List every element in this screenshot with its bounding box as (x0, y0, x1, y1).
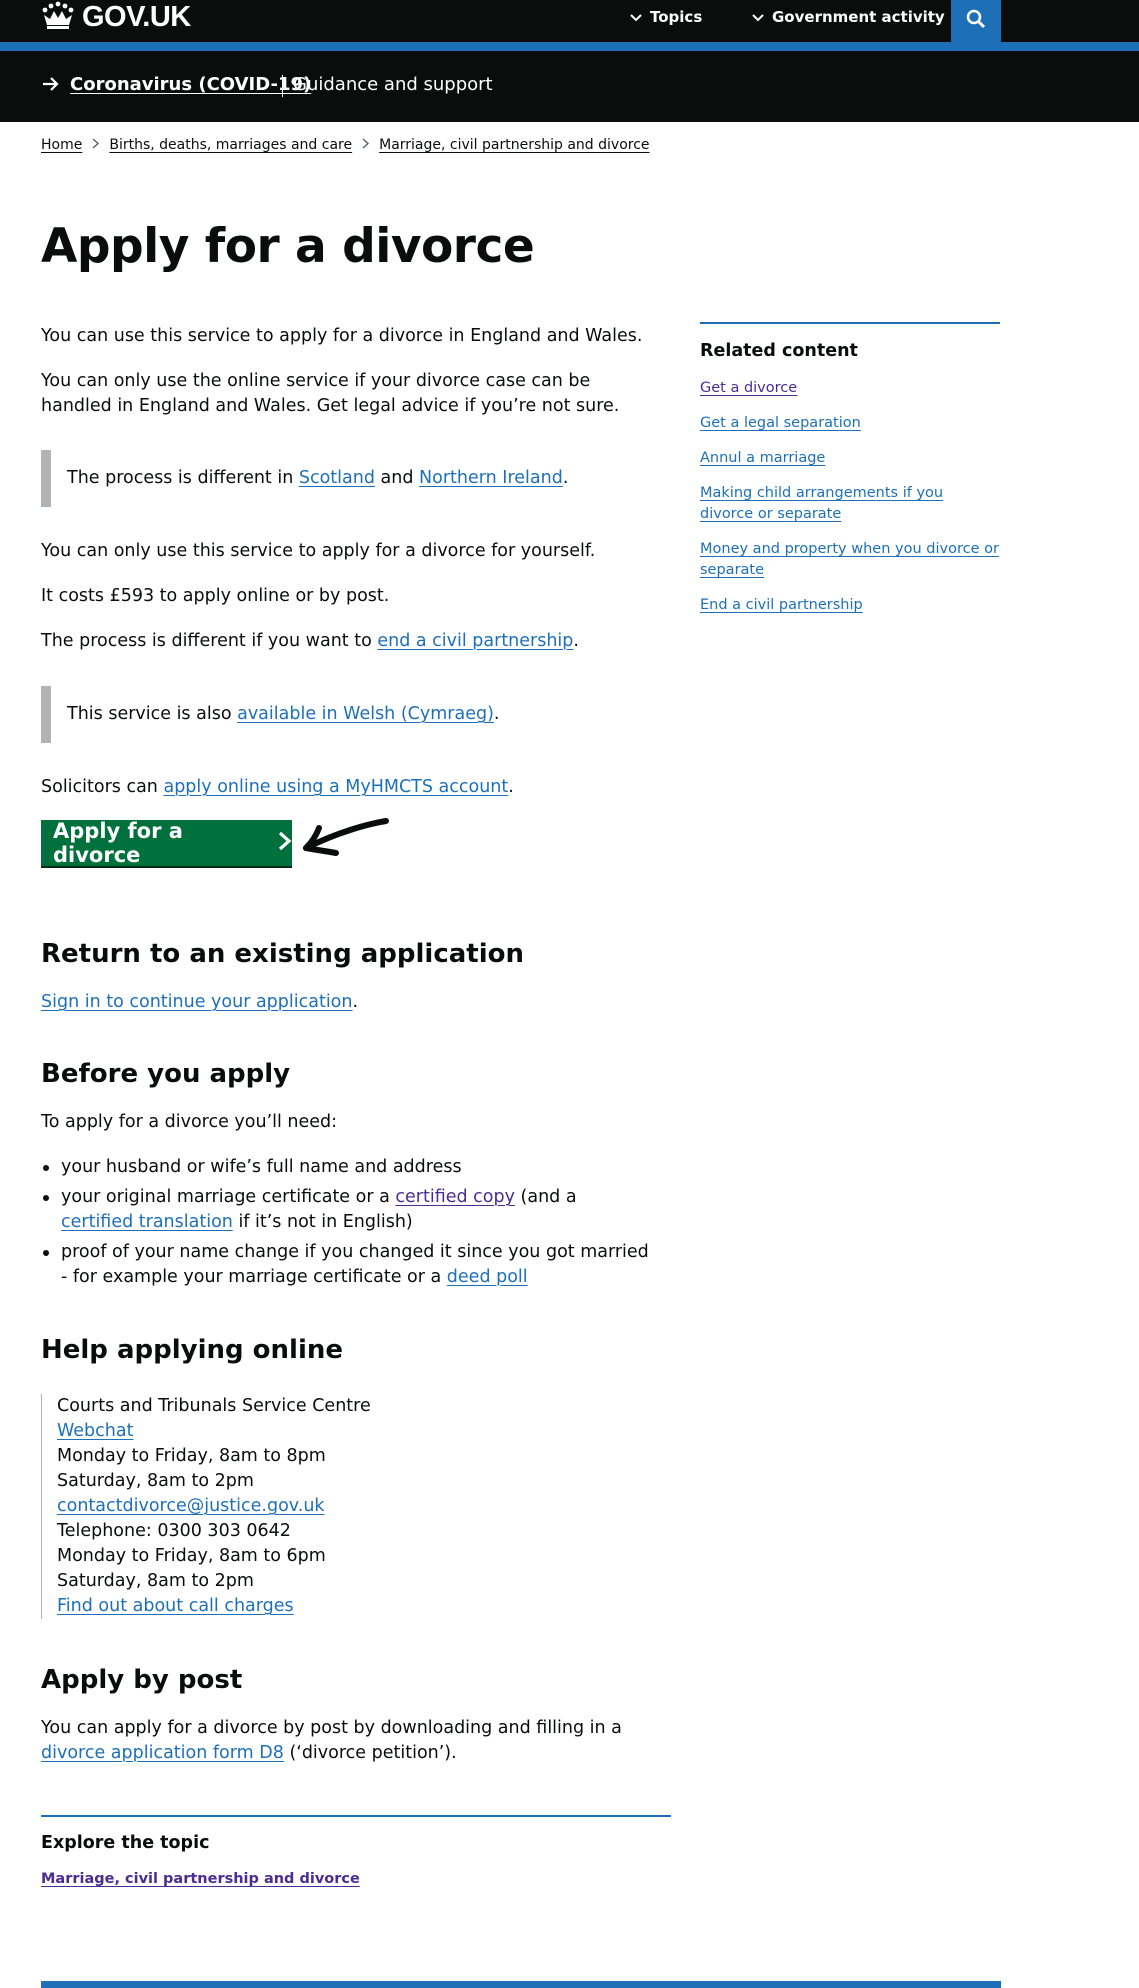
covid-divider (282, 75, 283, 97)
webchat-link[interactable]: Webchat (57, 1421, 133, 1441)
intro-p3: You can only use this service to apply f… (41, 541, 596, 561)
p6-after: . (508, 777, 514, 797)
related-link-end-civil-partnership[interactable]: End a civil partnership (700, 597, 863, 613)
start-button[interactable]: Apply for a divorce (41, 819, 292, 867)
b2-text: your original marriage certificate or a (61, 1187, 396, 1207)
logo-text: GOV.UK (82, 0, 191, 33)
contact-line: Saturday, 8am to 2pm (57, 1571, 254, 1591)
govuk-logo-link[interactable]: GOV.UK (41, 0, 191, 34)
contact-line: Monday to Friday, 8am to 8pm (57, 1446, 326, 1466)
nav-government-activity-label: Government activity (772, 8, 945, 26)
contact-line: Saturday, 8am to 2pm (57, 1471, 254, 1491)
intro-p4: It costs £593 to apply online or by post… (41, 586, 390, 606)
breadcrumb-home[interactable]: Home (41, 137, 82, 153)
inset1-text: The process is different in (67, 468, 299, 488)
chevron-down-icon (630, 8, 642, 26)
certified-copy-link[interactable]: certified copy (395, 1187, 515, 1207)
related-content-title: Related content (700, 341, 858, 361)
breadcrumb: Home Births, deaths, marriages and care … (41, 137, 650, 153)
sign-in-link[interactable]: Sign in to continue your application (41, 992, 352, 1012)
b2-mid: (and a (514, 1187, 577, 1207)
breadcrumb-births[interactable]: Births, deaths, marriages and care (109, 137, 352, 153)
header-blue-bar (0, 42, 1139, 51)
breadcrumb-marriage[interactable]: Marriage, civil partnership and divorce (379, 137, 649, 153)
inset1-mid: and (374, 468, 420, 488)
p5-text: The process is different if you want to (41, 631, 378, 651)
explore-topic-link[interactable]: Marriage, civil partnership and divorce (41, 1871, 360, 1887)
welsh-link[interactable]: available in Welsh (Cymraeg) (237, 704, 494, 724)
requirements-list: your husband or wife’s full name and add… (41, 1155, 651, 1295)
related-link-get-divorce[interactable]: Get a divorce (700, 380, 797, 396)
end-civil-partnership-link[interactable]: end a civil partnership (377, 631, 573, 651)
list-item: your original marriage certificate or a … (41, 1185, 651, 1235)
intro-p1: You can use this service to apply for a … (41, 326, 643, 346)
crown-icon (41, 1, 75, 33)
covid-link[interactable]: Coronavirus (COVID-19) (70, 74, 311, 95)
northern-ireland-link[interactable]: Northern Ireland (419, 468, 563, 488)
return-after: . (352, 992, 359, 1012)
hand-drawn-arrow-icon (298, 812, 390, 866)
inset-text-countries: The process is different in Scotland and… (41, 450, 568, 507)
before-intro: To apply for a divorce you’ll need: (41, 1112, 338, 1132)
intro-p2: You can only use the online service if y… (41, 371, 620, 416)
email-link[interactable]: contactdivorce@justice.gov.uk (57, 1496, 325, 1516)
search-button[interactable] (951, 0, 1001, 42)
post-before: You can apply for a divorce by post by d… (41, 1718, 622, 1738)
contact-line: Telephone: 0300 303 0642 (57, 1521, 291, 1541)
b3-text: proof of your name change if you changed… (61, 1242, 649, 1287)
p5-after: . (573, 631, 579, 651)
covid-text: Guidance and support (293, 74, 493, 95)
covid-banner: Coronavirus (COVID-19) Guidance and supp… (0, 51, 1139, 122)
page-title: Apply for a divorce (41, 219, 535, 274)
site-header: GOV.UK Topics Government activity (0, 0, 1139, 42)
scotland-link[interactable]: Scotland (299, 468, 375, 488)
inset-text-welsh: This service is also available in Welsh … (41, 686, 500, 743)
form-d8-link[interactable]: divorce application form D8 (41, 1743, 284, 1763)
contact-line: Monday to Friday, 8am to 6pm (57, 1546, 326, 1566)
chevron-right-icon (92, 138, 100, 153)
before-heading: Before you apply (41, 1059, 291, 1089)
arrow-right-icon (42, 76, 60, 96)
inset2-after: . (493, 704, 500, 724)
p6-text: Solicitors can (41, 777, 164, 797)
related-link-child-arrangements[interactable]: Making child arrangements if you divorce… (700, 485, 943, 522)
call-charges-link[interactable]: Find out about call charges (57, 1596, 294, 1616)
chevron-down-icon (752, 8, 764, 26)
related-link-money-property[interactable]: Money and property when you divorce or s… (700, 541, 999, 578)
return-text: Sign in to continue your application. (41, 990, 671, 1015)
return-heading: Return to an existing application (41, 939, 524, 969)
deed-poll-link[interactable]: deed poll (447, 1267, 528, 1287)
chevron-right-icon (362, 138, 370, 153)
sidebar-rule (700, 322, 1000, 324)
start-button-label: Apply for a divorce (53, 819, 183, 867)
post-text: You can apply for a divorce by post by d… (41, 1716, 651, 1766)
intro-p6: Solicitors can apply online using a MyHM… (41, 775, 671, 800)
inset1-after: . (562, 468, 569, 488)
b2-after: if it’s not in English) (232, 1212, 413, 1232)
certified-translation-link[interactable]: certified translation (61, 1212, 233, 1232)
chevron-right-icon (278, 831, 292, 856)
search-icon (966, 9, 986, 33)
contact-line: Courts and Tribunals Service Centre (57, 1396, 371, 1416)
related-links-list: Get a divorce Get a legal separation Ann… (700, 378, 1000, 630)
explore-title: Explore the topic (41, 1833, 210, 1853)
nav-topics[interactable]: Topics (630, 0, 702, 34)
inset2-text: This service is also (67, 704, 238, 724)
nav-government-activity[interactable]: Government activity (752, 0, 945, 34)
explore-rule (41, 1815, 671, 1817)
footer-blue-bar (41, 1981, 1001, 1988)
help-heading: Help applying online (41, 1335, 344, 1365)
nav-topics-label: Topics (650, 8, 703, 26)
list-item: your husband or wife’s full name and add… (41, 1155, 651, 1180)
related-link-annul[interactable]: Annul a marriage (700, 450, 825, 466)
post-after: (‘divorce petition’). (283, 1743, 457, 1763)
myhmcts-link[interactable]: apply online using a MyHMCTS account (163, 777, 508, 797)
contact-details: Courts and Tribunals Service Centre Webc… (41, 1394, 371, 1619)
list-item: proof of your name change if you changed… (41, 1240, 651, 1290)
post-heading: Apply by post (41, 1665, 243, 1695)
related-link-legal-separation[interactable]: Get a legal separation (700, 415, 861, 431)
intro-p5: The process is different if you want to … (41, 629, 671, 654)
